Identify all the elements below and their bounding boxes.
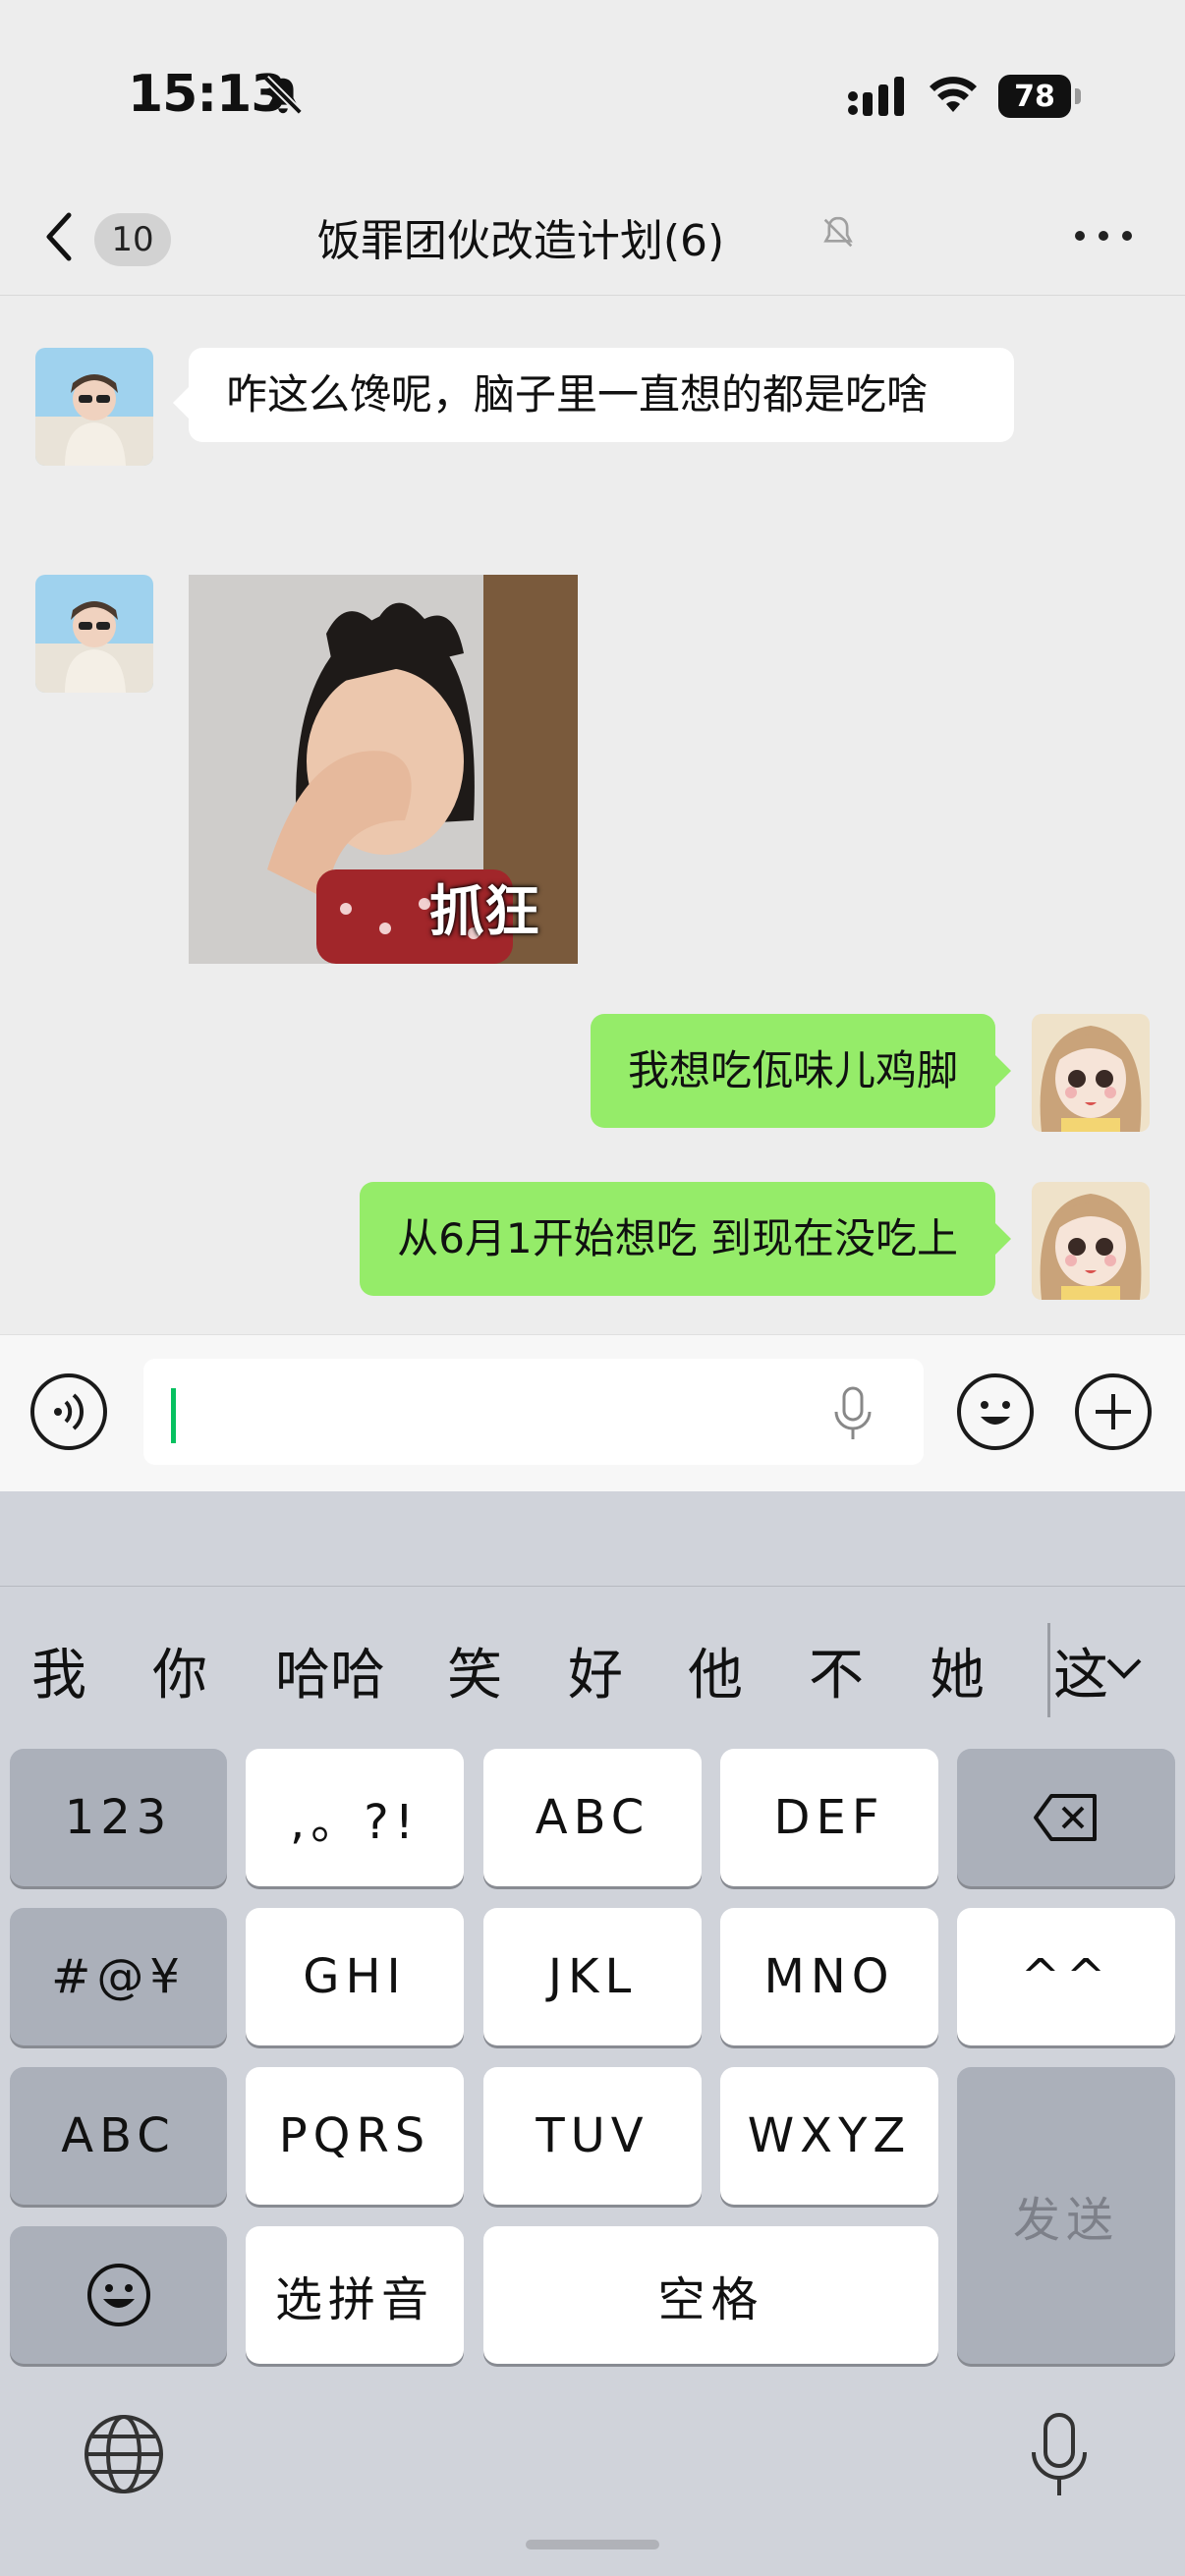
avatar-girl-sunglasses <box>35 348 153 466</box>
candidate-word[interactable]: 哈哈 <box>275 1631 385 1710</box>
voice-icon <box>54 1393 85 1430</box>
key-space[interactable]: 空格 <box>483 2226 938 2364</box>
message-input-bar <box>0 1334 1185 1492</box>
status-bar: 15:13 78 <box>0 0 1185 182</box>
candidate-word[interactable]: 不 <box>809 1631 864 1710</box>
emoji-icon <box>86 2264 150 2326</box>
candidate-word[interactable]: 她 <box>930 1631 985 1710</box>
candidate-word[interactable]: 你 <box>152 1631 207 1710</box>
more-dot <box>1075 231 1085 241</box>
battery-level: 78 <box>998 75 1071 118</box>
key-emoticon[interactable]: ^^ <box>957 1908 1175 2045</box>
battery-tip <box>1075 88 1081 104</box>
key-mno[interactable]: MNO <box>720 1908 938 2045</box>
chat-header: 10 饭罪团伙改造计划(6) <box>0 182 1185 296</box>
avatar-doll <box>1032 1182 1150 1300</box>
key-abc-mode[interactable]: ABC <box>10 2067 227 2205</box>
avatar-girl-sunglasses <box>35 575 153 693</box>
candidate-word[interactable]: 好 <box>568 1631 623 1710</box>
wifi-icon <box>930 77 977 112</box>
key-punctuation[interactable]: ,。?! <box>246 1749 464 1886</box>
emoji-button[interactable] <box>957 1373 1034 1450</box>
key-wxyz[interactable]: WXYZ <box>720 2067 938 2205</box>
sticker-caption: 抓狂 <box>429 880 539 944</box>
message-bubble-sent[interactable]: 我想吃佤味儿鸡脚 <box>590 1014 1012 1128</box>
voice-mode-button[interactable] <box>30 1373 107 1450</box>
key-send[interactable]: 发送 <box>957 2067 1175 2364</box>
candidate-word[interactable]: 这 <box>1053 1631 1108 1710</box>
avatar-doll <box>1032 1014 1150 1132</box>
key-jkl[interactable]: JKL <box>483 1908 702 2045</box>
bell-off-icon <box>263 76 303 115</box>
key-emoji[interactable] <box>10 2226 227 2364</box>
key-def[interactable]: DEF <box>720 1749 938 1886</box>
more-options-button[interactable] <box>1071 221 1140 251</box>
cellular-signal-icon <box>848 77 904 116</box>
key-abc[interactable]: ABC <box>483 1749 702 1886</box>
dictation-mic-icon[interactable] <box>1028 2411 1091 2501</box>
sticker-message[interactable]: 抓狂 <box>189 575 578 964</box>
key-ghi[interactable]: GHI <box>246 1908 464 2045</box>
more-dot <box>1099 231 1108 241</box>
text-caret <box>171 1388 176 1443</box>
plus-button[interactable] <box>1075 1373 1152 1450</box>
globe-icon[interactable] <box>83 2413 165 2495</box>
plus-icon <box>1096 1394 1131 1429</box>
divider <box>0 1586 1185 1587</box>
candidate-divider <box>1047 1623 1050 1717</box>
keyboard: 我 你 哈哈 笑 好 他 不 她 这 123 ,。?! ABC DEF #@¥ … <box>0 1491 1185 2576</box>
backspace-icon <box>1034 1794 1097 1841</box>
chevron-down-icon[interactable] <box>1104 1654 1144 1684</box>
mute-icon <box>823 216 853 248</box>
my-avatar[interactable] <box>1032 1182 1150 1300</box>
unread-count-badge: 10 <box>94 213 171 266</box>
chat-title: 饭罪团伙改造计划(6) <box>316 216 725 266</box>
key-symbols[interactable]: #@¥ <box>10 1908 227 2045</box>
microphone-icon[interactable] <box>831 1386 875 1441</box>
message-bubble-received[interactable]: 咋这么馋呢，脑子里一直想的都是吃啥 <box>173 348 1014 442</box>
my-avatar[interactable] <box>1032 1014 1150 1132</box>
chevron-left-icon <box>46 212 72 261</box>
candidate-word[interactable]: 我 <box>31 1631 86 1710</box>
back-button[interactable]: 10 <box>39 201 187 272</box>
message-bubble-sent[interactable]: 从6月1开始想吃 到现在没吃上 <box>360 1182 1011 1296</box>
key-tuv[interactable]: TUV <box>483 2067 702 2205</box>
key-select-pinyin[interactable]: 选拼音 <box>246 2226 464 2364</box>
sender-avatar[interactable] <box>35 348 153 466</box>
more-dot <box>1122 231 1132 241</box>
battery-icon: 78 <box>998 75 1081 118</box>
smiley-icon <box>981 1401 1010 1425</box>
sender-avatar[interactable] <box>35 575 153 693</box>
candidate-word[interactable]: 他 <box>688 1631 743 1710</box>
key-pqrs[interactable]: PQRS <box>246 2067 464 2205</box>
message-input[interactable] <box>143 1359 924 1465</box>
key-backspace[interactable] <box>957 1749 1175 1886</box>
home-indicator[interactable] <box>526 2540 659 2549</box>
candidate-word[interactable]: 笑 <box>447 1631 502 1710</box>
key-123[interactable]: 123 <box>10 1749 227 1886</box>
